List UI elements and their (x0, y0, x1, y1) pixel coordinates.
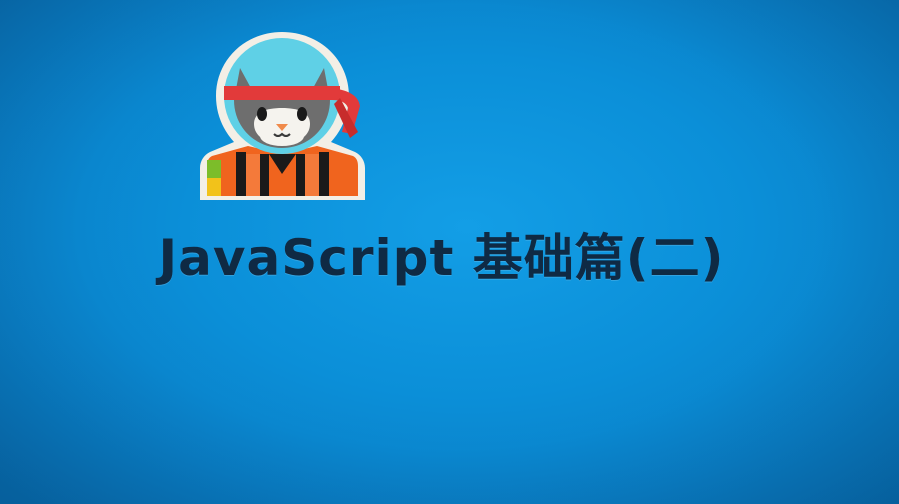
slide-title-text: JavaScript 基础篇(二) (158, 229, 725, 287)
slide-canvas: JavaScript 基础篇(二) (0, 0, 899, 504)
slide-title: JavaScript 基础篇(二) (0, 218, 899, 290)
ninja-cat-icon (190, 28, 375, 200)
